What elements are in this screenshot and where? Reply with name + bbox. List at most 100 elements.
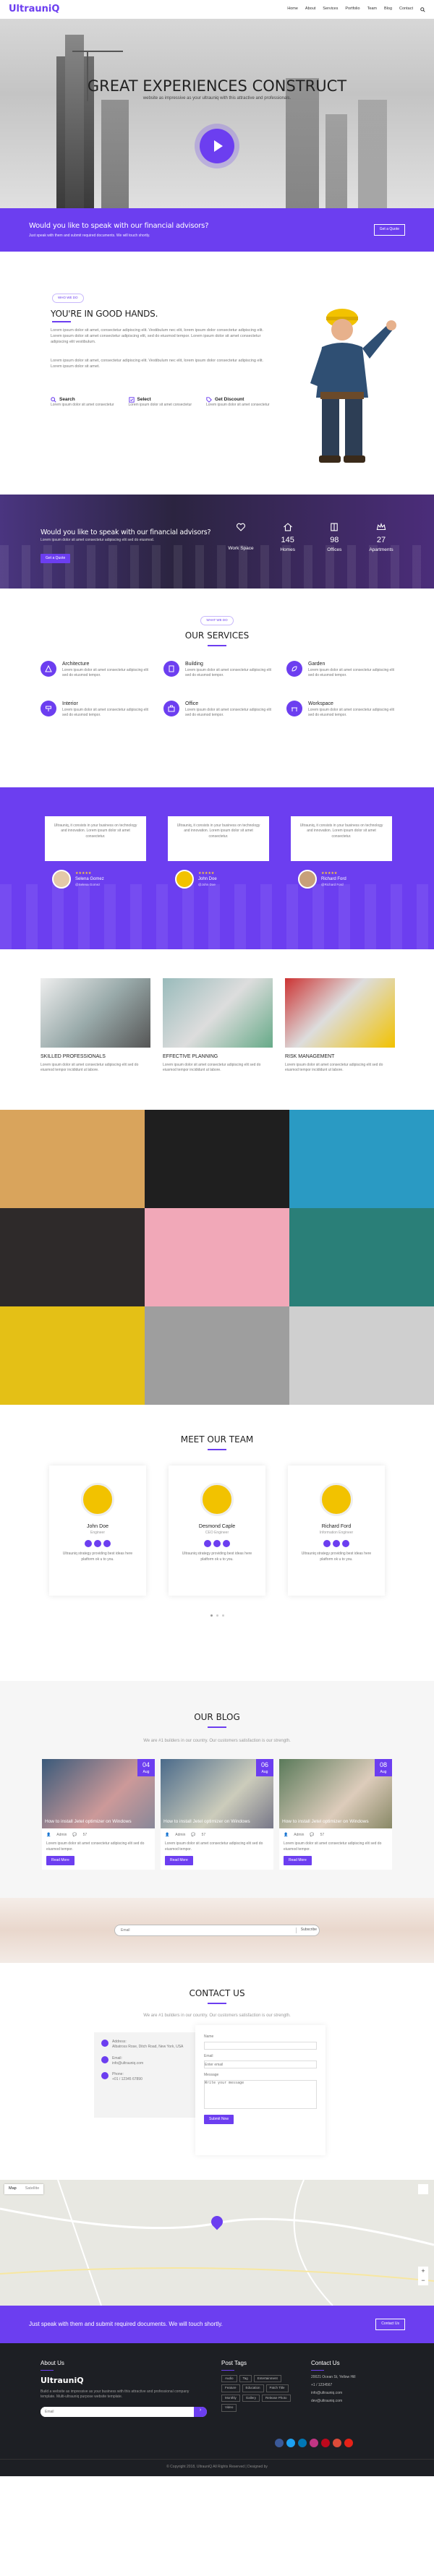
service-garden[interactable]: Garden Lorem ipsum dolor sit amet consect… <box>286 661 395 679</box>
read-more-button[interactable]: Read More <box>284 1855 312 1865</box>
pinterest-icon[interactable] <box>321 2439 330 2447</box>
portfolio-item[interactable] <box>289 1306 434 1405</box>
contact-email: Email: info@ultrauniq.com <box>101 2055 188 2067</box>
tag[interactable]: Entertainment <box>253 2374 281 2383</box>
nav-home[interactable]: Home <box>287 7 298 12</box>
team-card: Richard Ford Information Engineer Ultrau… <box>288 1465 385 1596</box>
facebook-icon[interactable] <box>85 1540 92 1548</box>
service-interior[interactable]: Interior Lorem ipsum dolor sit amet conse… <box>41 700 149 719</box>
zoom-in-button[interactable]: + <box>418 2267 428 2276</box>
footer-email-input[interactable] <box>41 2407 194 2418</box>
building-icon <box>163 661 179 677</box>
tag[interactable]: Release Photo <box>262 2394 291 2402</box>
portfolio-item[interactable] <box>145 1208 289 1306</box>
service-architecture[interactable]: Architecture Lorem ipsum dolor sit amet c… <box>41 661 149 679</box>
submit-button[interactable]: Submit Now <box>204 2115 234 2125</box>
facebook-icon[interactable] <box>275 2439 284 2447</box>
tag[interactable]: Audio <box>221 2374 237 2383</box>
blog-image: 08 Aug How to install Jetel optimizer on … <box>279 1759 392 1828</box>
linkedin-icon[interactable] <box>342 1540 349 1548</box>
avatar <box>320 1483 353 1516</box>
portfolio-item[interactable] <box>0 1306 145 1405</box>
get-quote-button[interactable]: Get a Quote <box>373 224 405 236</box>
logo[interactable]: UltrauniQ <box>9 3 59 17</box>
tag[interactable]: Feature <box>221 2384 240 2392</box>
email-input[interactable] <box>204 2061 317 2069</box>
nav-about[interactable]: About <box>305 7 315 12</box>
read-more-button[interactable]: Read More <box>46 1855 75 1865</box>
team-text: Ultrauniq strategy providing best ideas … <box>301 1552 372 1562</box>
zoom-out-button[interactable]: − <box>418 2276 428 2285</box>
youtube-icon[interactable] <box>344 2439 353 2447</box>
blog-image: 06 Aug How to install Jetel optimizer on … <box>161 1759 273 1828</box>
contact-us-button[interactable]: Contact Us <box>375 2319 405 2330</box>
stat-item: 27 Apartments <box>361 522 401 553</box>
twitter-icon[interactable] <box>94 1540 101 1548</box>
nav-services[interactable]: Services <box>323 7 338 12</box>
carousel-dot[interactable] <box>221 1614 224 1617</box>
service-title: Interior <box>62 701 78 706</box>
service-workspace[interactable]: Workspace Lorem ipsum dolor sit amet cons… <box>286 700 395 719</box>
satellite-tab[interactable]: Satellite <box>21 2184 44 2194</box>
team-text: Ultrauniq strategy providing best ideas … <box>62 1552 133 1562</box>
search-icon[interactable] <box>420 7 425 12</box>
fullscreen-icon[interactable] <box>418 2184 428 2194</box>
linkedin-icon[interactable] <box>103 1540 111 1548</box>
portfolio-item[interactable] <box>145 1306 289 1405</box>
message-input[interactable] <box>204 2080 317 2110</box>
linkedin-icon[interactable] <box>298 2439 307 2447</box>
feature-card-text: Lorem ipsum dolor sit amet consectetur a… <box>41 1063 139 1073</box>
subscribe-email-input[interactable] <box>121 1928 265 1933</box>
search-icon <box>51 396 56 403</box>
footer-contact-title: Contact Us <box>311 2360 340 2366</box>
carousel-dot[interactable] <box>210 1614 213 1617</box>
subscribe-button[interactable]: Subscribe <box>295 1927 317 1933</box>
post-month: Aug <box>142 1770 150 1775</box>
nav-blog[interactable]: Blog <box>384 7 392 12</box>
footer-logo[interactable]: UltrauniQ <box>41 2375 200 2387</box>
map-tab[interactable]: Map <box>4 2184 21 2194</box>
nav-contact[interactable]: Contact <box>399 7 413 12</box>
portfolio-item[interactable] <box>289 1208 434 1306</box>
tag[interactable]: Monthly <box>221 2394 240 2402</box>
portfolio-item[interactable] <box>0 1110 145 1208</box>
tag[interactable]: Video <box>221 2404 237 2412</box>
contact-form: Name Email Message Submit Now <box>195 2025 326 2155</box>
twitter-icon[interactable] <box>286 2439 295 2447</box>
tag[interactable]: Gallery <box>242 2394 260 2402</box>
tag[interactable]: Patch Title <box>265 2384 289 2392</box>
date-badge: 04 Aug <box>137 1759 155 1777</box>
cta-banner: Would you like to speak with our financi… <box>0 208 434 252</box>
play-button[interactable] <box>200 129 234 163</box>
testimonial-role: @John Doe <box>198 882 216 886</box>
name-input[interactable] <box>204 2041 317 2050</box>
tag[interactable]: Tag <box>239 2374 252 2383</box>
google-plus-icon[interactable] <box>333 2439 341 2447</box>
facebook-icon[interactable] <box>323 1540 331 1548</box>
facebook-icon[interactable] <box>204 1540 211 1548</box>
twitter-icon[interactable] <box>213 1540 221 1548</box>
nav-portfolio[interactable]: Portfolio <box>345 7 359 12</box>
carousel-dot[interactable] <box>216 1614 218 1617</box>
service-office[interactable]: Office Lorem ipsum dolor sit amet consect… <box>163 700 272 719</box>
date-badge: 08 Aug <box>375 1759 392 1777</box>
read-more-button[interactable]: Read More <box>165 1855 193 1865</box>
testimonial-list: Ultrauniq, it consists in your business … <box>45 816 392 889</box>
service-building[interactable]: Building Lorem ipsum dolor sit amet conse… <box>163 661 272 679</box>
stats-quote-button[interactable]: Get a Quote <box>41 554 71 564</box>
tag[interactable]: Education <box>242 2384 264 2392</box>
stat-item: 98 Offices <box>314 522 354 553</box>
feature-image <box>163 978 273 1048</box>
nav-team[interactable]: Team <box>367 7 377 12</box>
portfolio-item[interactable] <box>145 1110 289 1208</box>
stat-label: Homes <box>280 547 295 552</box>
avatar <box>298 870 317 889</box>
portfolio-item[interactable] <box>0 1208 145 1306</box>
portfolio-item[interactable] <box>289 1110 434 1208</box>
blog-card: 06 Aug How to install Jetel optimizer on … <box>161 1759 273 1870</box>
twitter-icon[interactable] <box>333 1540 340 1548</box>
send-icon[interactable]: › <box>194 2407 207 2418</box>
stats-section: Would you like to speak with our financi… <box>0 495 434 589</box>
linkedin-icon[interactable] <box>223 1540 230 1548</box>
instagram-icon[interactable] <box>310 2439 318 2447</box>
